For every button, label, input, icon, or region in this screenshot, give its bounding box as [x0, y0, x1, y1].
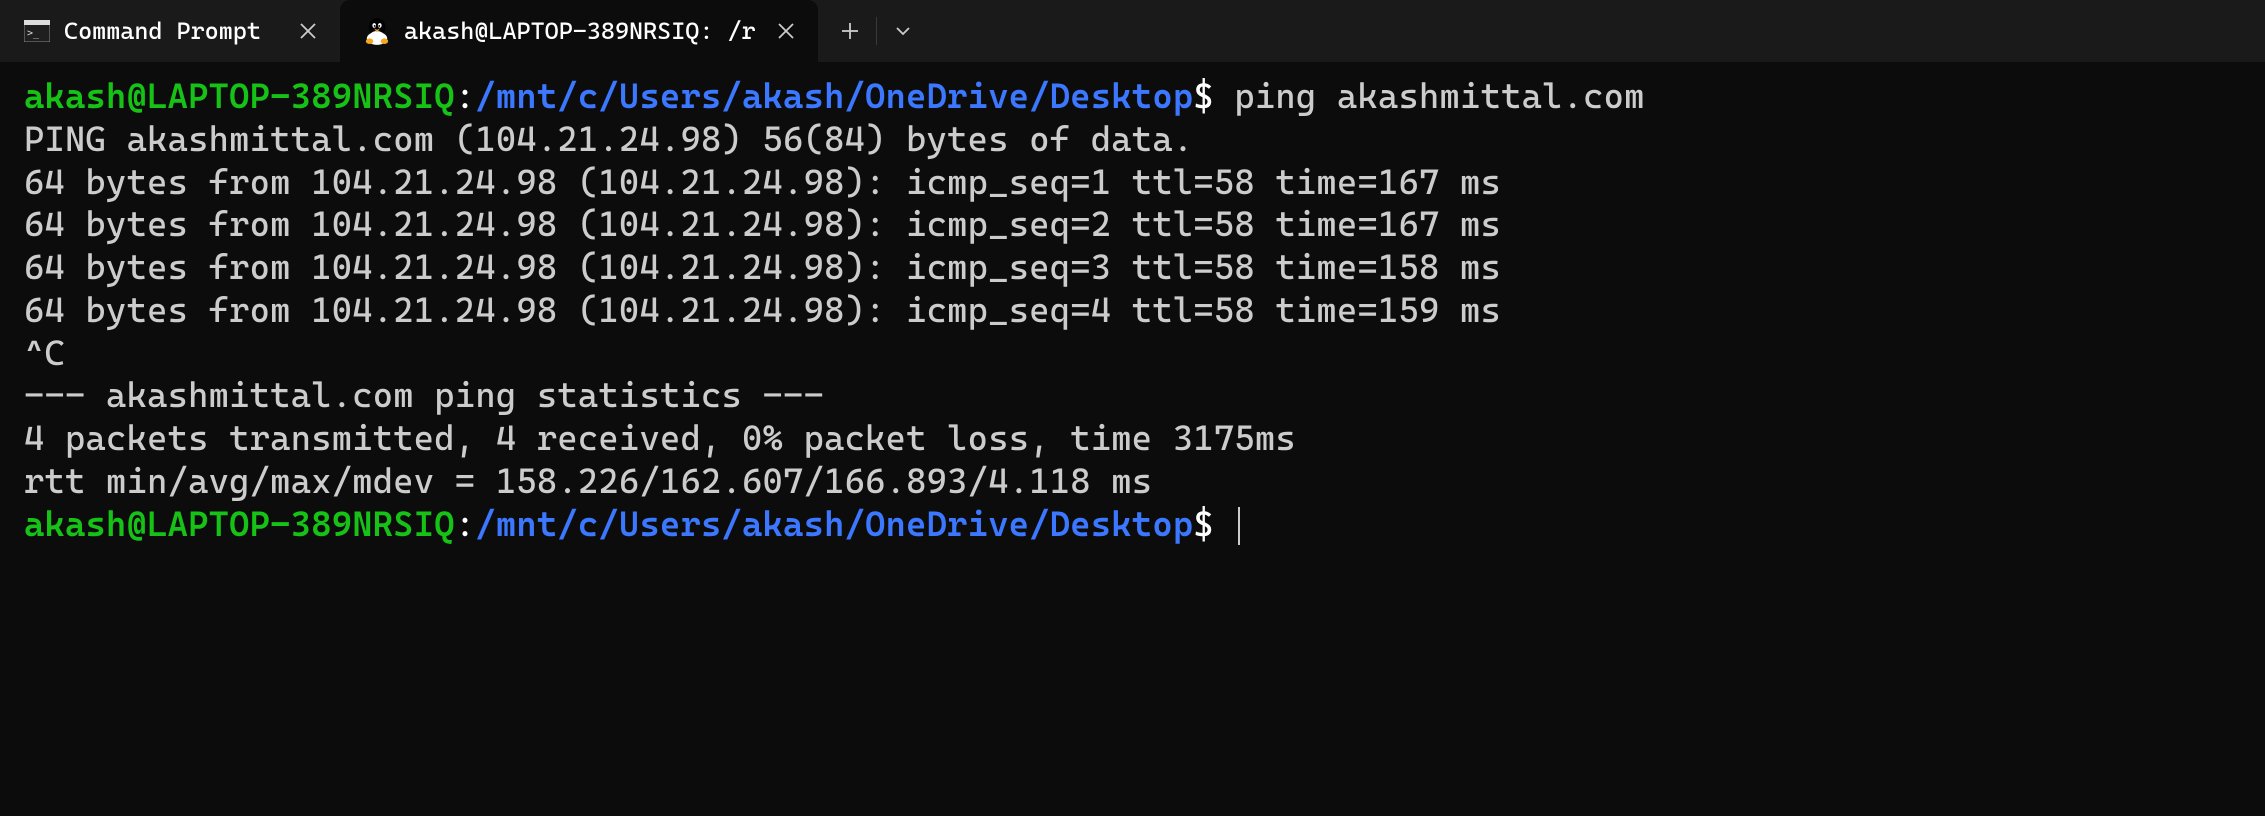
- prompt-path: /mnt/c/Users/akash/OneDrive/Desktop: [475, 77, 1193, 117]
- cmd-icon: >_: [24, 18, 50, 44]
- tab-command-prompt[interactable]: >_ Command Prompt: [0, 0, 340, 62]
- prompt-sigil: $: [1193, 505, 1214, 545]
- tab-wsl-terminal[interactable]: akash@LAPTOP-389NRSIQ: /r: [340, 0, 818, 62]
- close-icon[interactable]: [292, 15, 324, 47]
- prompt-line: akash@LAPTOP-389NRSIQ:/mnt/c/Users/akash…: [24, 504, 2241, 547]
- prompt-sep: :: [455, 77, 476, 117]
- tux-icon: [364, 18, 390, 44]
- command-text: ping akashmittal.com: [1214, 77, 1645, 117]
- output-line: PING akashmittal.com (104.21.24.98) 56(8…: [24, 119, 2241, 162]
- output-line: rtt min/avg/max/mdev = 158.226/162.607/1…: [24, 461, 2241, 504]
- output-line: 64 bytes from 104.21.24.98 (104.21.24.98…: [24, 290, 2241, 333]
- output-line: 64 bytes from 104.21.24.98 (104.21.24.98…: [24, 162, 2241, 205]
- output-line: 64 bytes from 104.21.24.98 (104.21.24.98…: [24, 204, 2241, 247]
- output-line: --- akashmittal.com ping statistics ---: [24, 375, 2241, 418]
- divider: [876, 17, 877, 45]
- prompt-user: akash@LAPTOP-389NRSIQ: [24, 505, 455, 545]
- tab-label: Command Prompt: [64, 17, 278, 45]
- close-icon[interactable]: [770, 15, 802, 47]
- dropdown-button[interactable]: [879, 7, 927, 55]
- tab-label: akash@LAPTOP-389NRSIQ: /r: [404, 17, 756, 45]
- prompt-sigil: $: [1193, 77, 1214, 117]
- prompt-line: akash@LAPTOP-389NRSIQ:/mnt/c/Users/akash…: [24, 76, 2241, 119]
- prompt-path: /mnt/c/Users/akash/OneDrive/Desktop: [475, 505, 1193, 545]
- prompt-user: akash@LAPTOP-389NRSIQ: [24, 77, 455, 117]
- new-tab-button[interactable]: [826, 7, 874, 55]
- output-line: 4 packets transmitted, 4 received, 0% pa…: [24, 418, 2241, 461]
- svg-text:>_: >_: [27, 28, 40, 39]
- titlebar-actions: [818, 0, 935, 62]
- output-line: ^C: [24, 333, 2241, 376]
- output-line: 64 bytes from 104.21.24.98 (104.21.24.98…: [24, 247, 2241, 290]
- terminal-body[interactable]: akash@LAPTOP-389NRSIQ:/mnt/c/Users/akash…: [0, 62, 2265, 560]
- cursor: [1238, 507, 1240, 545]
- titlebar: >_ Command Prompt: [0, 0, 2265, 62]
- prompt-sep: :: [455, 505, 476, 545]
